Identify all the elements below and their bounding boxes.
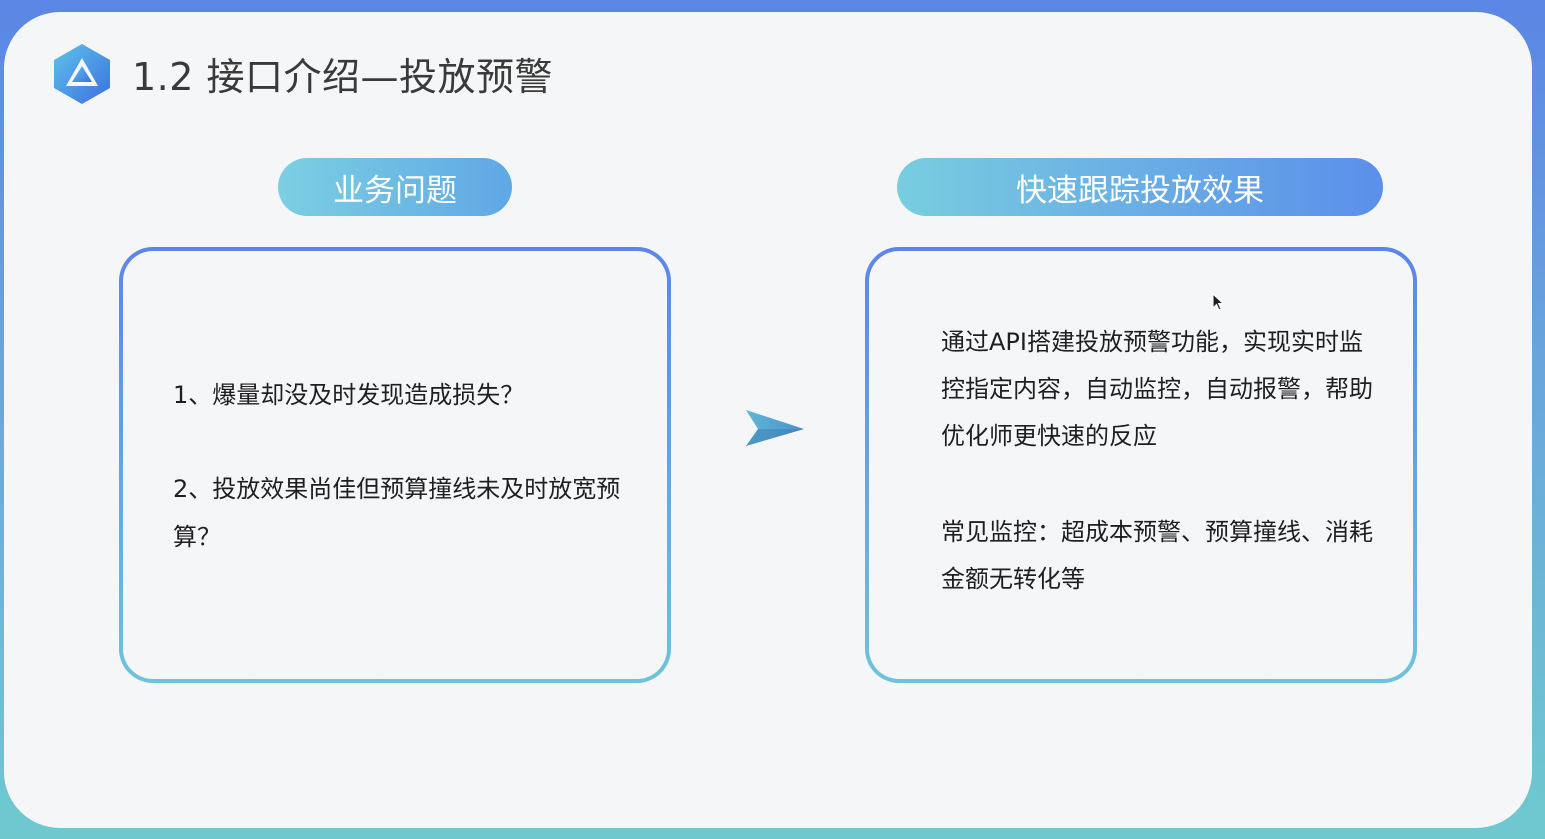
quick-tracking-pill: 快速跟踪投放效果	[897, 158, 1383, 216]
mouse-cursor-icon	[1212, 293, 1224, 311]
solution-paragraph-1: 通过API搭建投放预警功能，实现实时监控指定内容，自动监控，自动报警，帮助优化师…	[941, 328, 1373, 450]
problem-item-2: 2、投放效果尚佳但预算撞线未及时放宽预算？	[173, 475, 621, 551]
business-problem-pill: 业务问题	[278, 158, 512, 216]
logo-icon	[54, 44, 110, 104]
problem-item-1: 1、爆量却没及时发现造成损失？	[173, 381, 525, 409]
solution-card: 通过API搭建投放预警功能，实现实时监控指定内容，自动监控，自动报警，帮助优化师…	[865, 247, 1417, 683]
page-title: 1.2 接口介绍—投放预警	[132, 55, 554, 99]
slide: 1.2 接口介绍—投放预警 业务问题 快速跟踪投放效果 1、爆量却没及时发现造成…	[4, 12, 1532, 828]
solution-paragraph-2: 常见监控：超成本预警、预算撞线、消耗金额无转化等	[941, 518, 1373, 593]
problem-list: 1、爆量却没及时发现造成损失？ 2、投放效果尚佳但预算撞线未及时放宽预算？	[173, 371, 633, 607]
business-problem-card: 1、爆量却没及时发现造成损失？ 2、投放效果尚佳但预算撞线未及时放宽预算？	[119, 247, 671, 683]
paper-plane-arrow-icon	[746, 410, 804, 446]
solution-text: 通过API搭建投放预警功能，实现实时监控指定内容，自动监控，自动报警，帮助优化师…	[941, 319, 1377, 652]
